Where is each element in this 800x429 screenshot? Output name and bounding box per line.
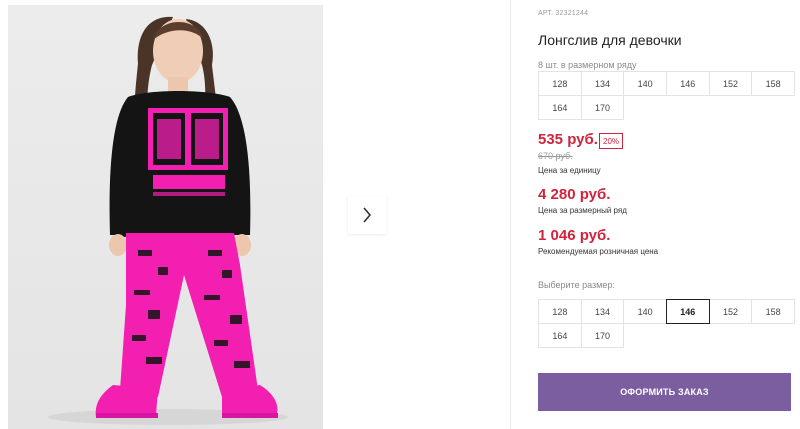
size-option[interactable]: 170: [580, 323, 625, 348]
size-option[interactable]: 164: [538, 323, 582, 348]
chevron-right-icon: [363, 207, 372, 223]
size-row-cell: 158: [751, 71, 795, 96]
size-row-cell: 146: [665, 71, 710, 96]
size-row-cell: 170: [580, 95, 625, 120]
row-price-note: Цена за размерный ряд: [538, 206, 627, 215]
size-row-grid: 128 134 140 146 152 158 164 170: [538, 71, 795, 120]
product-sku: АРТ. 32321244: [538, 10, 589, 17]
retail-price-note: Рекомендуемая розничная цена: [538, 247, 659, 256]
size-option[interactable]: 134: [580, 299, 625, 324]
size-row-cell: 152: [708, 71, 753, 96]
product-photo[interactable]: [8, 5, 323, 429]
size-select-grid: 128 134 140 146 152 158 164 170: [538, 299, 795, 348]
product-photo-illustration: [48, 16, 288, 425]
size-option[interactable]: 152: [708, 299, 753, 324]
old-price: 670 руб.: [538, 151, 573, 161]
row-price: 4 280 руб.: [538, 186, 611, 203]
discount-badge: 20%: [599, 133, 624, 149]
size-row-caption: 8 шт. в размерном ряду: [538, 60, 637, 70]
order-button[interactable]: ОФОРМИТЬ ЗАКАЗ: [538, 373, 791, 411]
size-option[interactable]: 140: [623, 299, 667, 324]
product-gallery: [0, 0, 510, 429]
size-option[interactable]: 128: [538, 299, 582, 324]
panel-divider: [510, 0, 511, 429]
gallery-next-button[interactable]: [348, 196, 386, 234]
size-option-selected[interactable]: 146: [665, 299, 710, 324]
retail-price: 1 046 руб.: [538, 227, 611, 244]
size-row-cell: 128: [538, 71, 582, 96]
size-option[interactable]: 158: [751, 299, 795, 324]
size-select-caption: Выберите размер:: [538, 280, 615, 290]
product-title: Лонгслив для девочки: [538, 32, 682, 48]
unit-price: 535 руб.: [538, 131, 598, 148]
size-row-cell: 164: [538, 95, 582, 120]
size-row-cell: 134: [580, 71, 625, 96]
unit-price-note: Цена за единицу: [538, 166, 601, 175]
size-row-cell: 140: [623, 71, 667, 96]
